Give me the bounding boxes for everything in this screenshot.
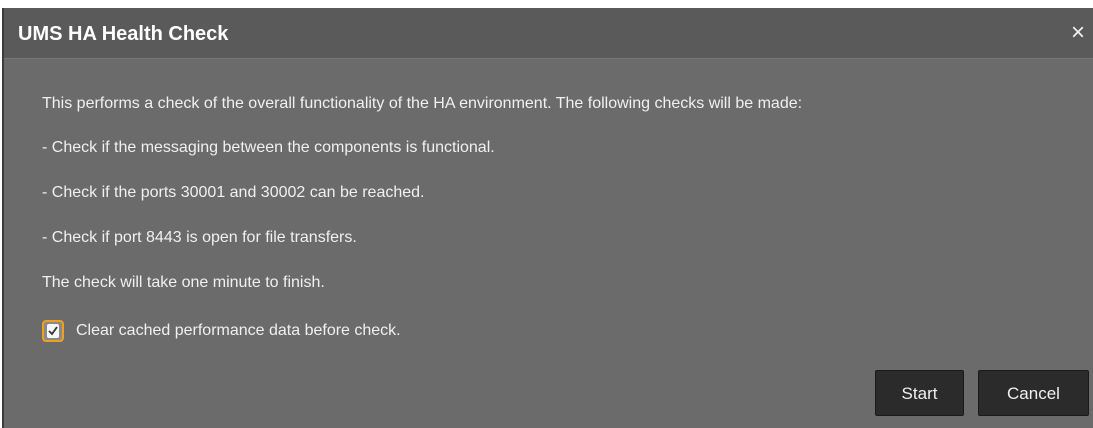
clear-cache-checkbox[interactable]: [42, 320, 64, 342]
cancel-button[interactable]: Cancel: [978, 370, 1089, 416]
duration-note: The check will take one minute to finish…: [42, 274, 325, 291]
dialog-titlebar: UMS HA Health Check ×: [4, 8, 1093, 59]
dialog-title: UMS HA Health Check: [18, 23, 229, 45]
close-icon[interactable]: ×: [1067, 20, 1089, 46]
start-button[interactable]: Start: [875, 370, 964, 416]
check-item-file-transfer-port: - Check if port 8443 is open for file tr…: [42, 229, 357, 246]
health-check-dialog: UMS HA Health Check × This performs a ch…: [2, 8, 1093, 428]
checkmark-icon: [47, 324, 59, 338]
check-item-ports: - Check if the ports 30001 and 30002 can…: [42, 184, 425, 201]
intro-text: This performs a check of the overall fun…: [42, 95, 803, 112]
check-item-messaging: - Check if the messaging between the com…: [42, 139, 495, 156]
clear-cache-label[interactable]: Clear cached performance data before che…: [76, 321, 401, 341]
